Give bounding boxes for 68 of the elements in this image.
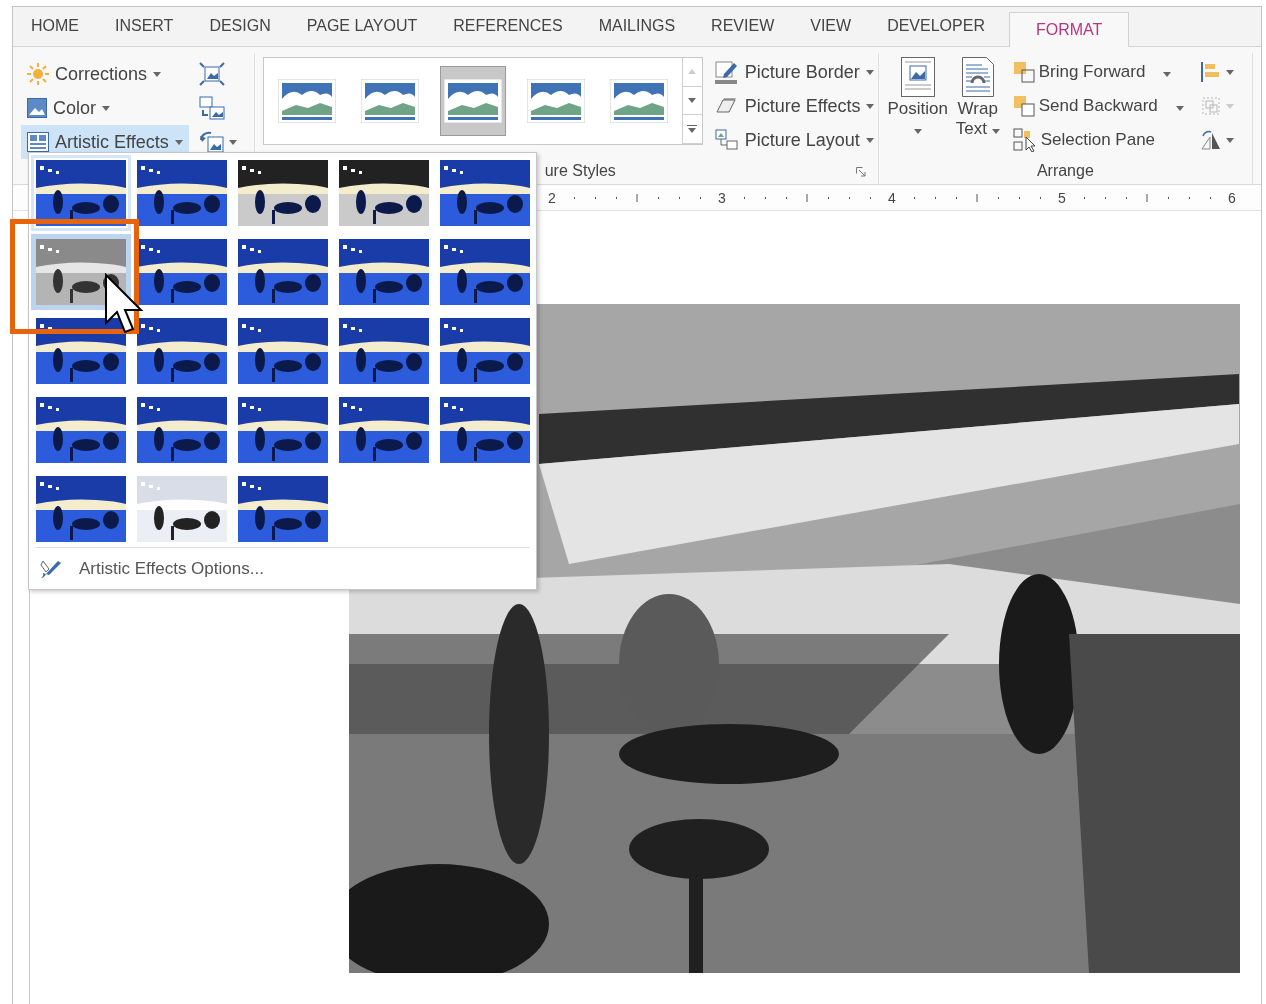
ruler-number: 2: [547, 189, 557, 206]
align-icon: [1199, 61, 1222, 83]
caret-icon: [913, 129, 922, 134]
ribbon-tab[interactable]: MAILINGS: [580, 6, 694, 46]
caret-icon: [228, 139, 237, 145]
caret-icon: [688, 69, 697, 75]
ribbon-command[interactable]: Send Backward: [1010, 89, 1190, 123]
landscape-icon: [609, 79, 668, 123]
change-picture-icon: [198, 96, 225, 120]
caret-icon: [1225, 69, 1234, 75]
layers-icon: [1012, 61, 1035, 83]
ribbon-tab[interactable]: VIEW: [792, 6, 870, 46]
ribbon-command[interactable]: Color: [21, 91, 189, 125]
ruler-number: 5: [1057, 189, 1067, 206]
ribbon-tab[interactable]: DEVELOPER: [869, 6, 1003, 46]
ribbon-command[interactable]: Picture Border: [708, 55, 881, 89]
layout-icon: [714, 129, 739, 151]
menu-item[interactable]: Artistic Effects Options...: [35, 556, 268, 581]
caret-icon: [1225, 137, 1234, 143]
landscape-icon: [360, 79, 419, 123]
pencil-icon: [714, 60, 739, 84]
group-label: ure Styles: [544, 161, 616, 180]
caret-icon: [102, 105, 110, 111]
shape-icon: [714, 96, 739, 116]
image-icon: [27, 98, 47, 118]
ribbon-tab[interactable]: REVIEW: [693, 6, 793, 46]
ribbon-tab[interactable]: DESIGN: [191, 6, 289, 46]
rotate-icon: [1199, 129, 1222, 151]
ribbon-tab[interactable]: REFERENCES: [435, 6, 581, 46]
ribbon-command[interactable]: Picture Layout: [708, 123, 881, 157]
ribbon-command[interactable]: Bring Forward: [1010, 55, 1190, 89]
caret-icon: [1163, 72, 1172, 77]
landscape-icon: [443, 79, 502, 123]
group-label: Arrange: [1036, 161, 1094, 180]
ribbon-tab[interactable]: HOME: [13, 6, 97, 46]
sun-icon: [27, 63, 49, 85]
caret-icon: [865, 137, 874, 143]
more-icon: [687, 125, 698, 134]
ribbon-tab[interactable]: INSERT: [97, 6, 192, 46]
caret-icon: [1225, 103, 1234, 109]
ribbon-tab[interactable]: PAGE LAYOUT: [288, 6, 436, 46]
ribbon-command[interactable]: Position: [886, 53, 949, 157]
compress-icon: [198, 62, 225, 86]
ribbon-tab[interactable]: FORMAT: [1008, 12, 1130, 47]
ribbon-command[interactable]: Wrap Text: [954, 53, 1001, 157]
caret-icon: [866, 103, 875, 109]
layers-icon: [1012, 95, 1035, 117]
landscape-icon: [277, 79, 336, 123]
caret-icon: [688, 98, 697, 103]
picture-style-option[interactable]: [439, 66, 506, 136]
ruler-number: 4: [887, 189, 897, 206]
ribbon-command[interactable]: Selection Pane: [1010, 123, 1190, 157]
landscape-icon: [526, 79, 585, 123]
caret-icon: [1175, 106, 1184, 111]
dialog-launcher-icon[interactable]: [855, 167, 866, 177]
ribbon-command[interactable]: Corrections: [21, 57, 189, 91]
selection-pane-icon: [1012, 128, 1037, 152]
ruler-number: 6: [1227, 189, 1237, 206]
caret-icon: [153, 71, 162, 77]
caret-icon: [174, 139, 183, 145]
caret-icon: [991, 129, 1000, 134]
ruler-number: 3: [717, 189, 727, 206]
caret-icon: [865, 69, 874, 75]
group-icon: [1199, 95, 1222, 117]
document-icon: [961, 57, 994, 97]
document-icon: [900, 57, 935, 97]
cursor-icon: [104, 273, 144, 335]
ribbon-command[interactable]: Picture Effects: [708, 89, 881, 123]
